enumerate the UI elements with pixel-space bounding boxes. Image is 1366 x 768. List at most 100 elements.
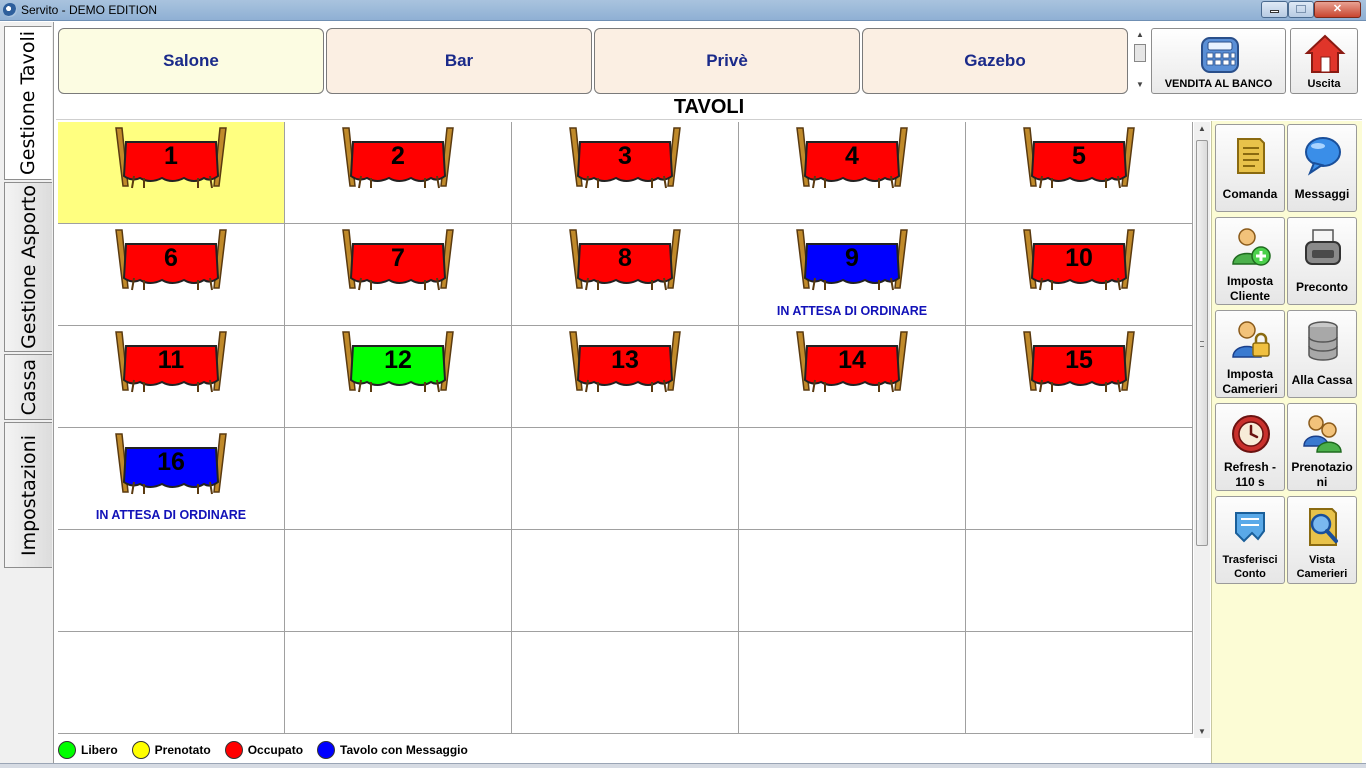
table-cell[interactable] [739, 530, 966, 632]
tab-gestione-asporto[interactable]: Gestione Asporto [4, 182, 52, 352]
table-cell[interactable]: 4 [739, 122, 966, 224]
scroll-thumb[interactable] [1134, 44, 1146, 62]
label-line: 110 s [1235, 475, 1265, 489]
close-button[interactable]: ✕ [1314, 1, 1361, 18]
table-cell[interactable] [512, 632, 739, 734]
table-cell[interactable]: 6 [58, 224, 285, 326]
grid-scrollbar[interactable]: ▲ ▼ [1194, 122, 1210, 738]
imposta-camerieri-button[interactable]: Imposta Camerieri [1215, 310, 1285, 398]
cash-register-icon [1201, 37, 1239, 73]
messaggi-button[interactable]: Messaggi [1287, 124, 1357, 212]
uscita-button[interactable]: Uscita [1290, 28, 1358, 94]
scroll-up-icon[interactable]: ▲ [1198, 124, 1206, 133]
room-tab-prive[interactable]: Privè [594, 28, 860, 94]
transfer-icon [1235, 512, 1265, 543]
label-line: Prenotazio [1291, 460, 1353, 474]
table-cell[interactable]: 8 [512, 224, 739, 326]
label-line: Camerieri [1296, 568, 1348, 580]
scroll-down-icon[interactable]: ▼ [1198, 727, 1206, 736]
refresh-button[interactable]: Refresh -110 s [1215, 403, 1285, 491]
legend-item: Occupato [224, 741, 303, 759]
table-cell[interactable]: 14 [739, 326, 966, 428]
legend-dot-icon [317, 741, 336, 759]
scroll-thumb[interactable] [1196, 140, 1208, 546]
table-cell[interactable] [966, 530, 1193, 632]
table-cell[interactable]: 3 [512, 122, 739, 224]
maximize-button[interactable] [1288, 1, 1314, 18]
messaggi-label: Messaggi [1288, 187, 1356, 202]
trasferisci-conto-button[interactable]: Trasferisci Conto [1215, 496, 1285, 584]
label-line: Refresh - [1223, 460, 1276, 474]
users-icon [1303, 415, 1342, 453]
label-line: Trasferisci [1222, 554, 1278, 566]
user-lock-icon [1232, 321, 1270, 358]
tab-impostazioni[interactable]: Impostazioni [4, 422, 52, 568]
vista-camerieri-button[interactable]: Vista Camerieri [1287, 496, 1357, 584]
legend-label: Libero [81, 743, 118, 757]
scroll-down-icon[interactable]: ▼ [1136, 80, 1144, 89]
room-tab-salone[interactable]: Salone [58, 28, 324, 94]
table-cell[interactable] [285, 530, 512, 632]
label-line: Imposta [1226, 274, 1273, 288]
home-icon [1304, 34, 1346, 73]
table-cell[interactable]: 10 [966, 224, 1193, 326]
legend-dot-icon [224, 741, 243, 759]
table-cell[interactable] [739, 632, 966, 734]
table-number: 4 [845, 142, 859, 170]
comanda-button[interactable]: Comanda [1215, 124, 1285, 212]
table-cell[interactable]: 13 [512, 326, 739, 428]
table-cell[interactable]: 9 IN ATTESA DI ORDINARE [739, 224, 966, 326]
title-bar: Servito - DEMO EDITION ✕ [0, 0, 1366, 21]
table-cell[interactable]: 12 [285, 326, 512, 428]
table-cell[interactable] [966, 428, 1193, 530]
table-cell[interactable]: 16 IN ATTESA DI ORDINARE [58, 428, 285, 530]
tables-grid: 1 2 3 4 5 6 7 8 9 IN ATTESA DI ORDINARE 10 11 12 13 14… [58, 122, 1193, 734]
tab-cassa[interactable]: Cassa [4, 354, 52, 420]
scroll-up-icon[interactable]: ▲ [1136, 30, 1144, 39]
legend: Libero Prenotato Occupato Tavolo con Messag… [58, 740, 482, 760]
table-cell[interactable]: 1 [58, 122, 285, 224]
table-cell[interactable] [285, 428, 512, 530]
table-number: 2 [391, 142, 405, 170]
table-cell[interactable] [966, 632, 1193, 734]
minimize-button[interactable] [1261, 1, 1288, 18]
legend-dot-icon [131, 741, 150, 759]
database-icon [1308, 321, 1338, 361]
preconto-button[interactable]: Preconto [1287, 217, 1357, 305]
imposta-cliente-label: Imposta Cliente [1216, 274, 1284, 304]
table-cell[interactable] [58, 530, 285, 632]
table-cell[interactable]: 15 [966, 326, 1193, 428]
label-line: Preconto [1295, 280, 1348, 294]
table-cell[interactable]: 2 [285, 122, 512, 224]
room-scrollbar[interactable]: ▲ ▼ [1133, 28, 1147, 94]
table-status: IN ATTESA DI ORDINARE [776, 304, 928, 318]
table-number: 13 [611, 346, 639, 374]
label-line: ni [1316, 475, 1328, 489]
table-number: 9 [845, 244, 859, 272]
room-tab-bar[interactable]: Bar [326, 28, 592, 94]
alla-cassa-button[interactable]: Alla Cassa [1287, 310, 1357, 398]
table-number: 5 [1072, 142, 1086, 170]
table-cell[interactable] [58, 632, 285, 734]
document-icon [1237, 138, 1265, 174]
room-tab-gazebo[interactable]: Gazebo [862, 28, 1128, 94]
table-cell[interactable]: 7 [285, 224, 512, 326]
table-cell[interactable]: 5 [966, 122, 1193, 224]
maximize-icon [1296, 5, 1306, 13]
prenotazioni-button[interactable]: Prenotazio ni [1287, 403, 1357, 491]
table-cell[interactable] [512, 428, 739, 530]
legend-item: Libero [58, 741, 118, 759]
table-cell[interactable] [512, 530, 739, 632]
alla-cassa-label: Alla Cassa [1288, 373, 1356, 388]
table-cell[interactable]: 11 [58, 326, 285, 428]
table-cell[interactable] [285, 632, 512, 734]
vendita-al-banco-button[interactable]: VENDITA AL BANCO [1151, 28, 1286, 94]
imposta-cliente-button[interactable]: Imposta Cliente [1215, 217, 1285, 305]
table-cell[interactable] [739, 428, 966, 530]
table-number: 16 [157, 448, 185, 476]
printer-icon [1305, 229, 1341, 265]
label-line: Comanda [1222, 187, 1278, 201]
table-number: 7 [391, 244, 405, 272]
tab-gestione-tavoli[interactable]: Gestione Tavoli [4, 26, 52, 180]
uscita-label: Uscita [1307, 78, 1341, 90]
